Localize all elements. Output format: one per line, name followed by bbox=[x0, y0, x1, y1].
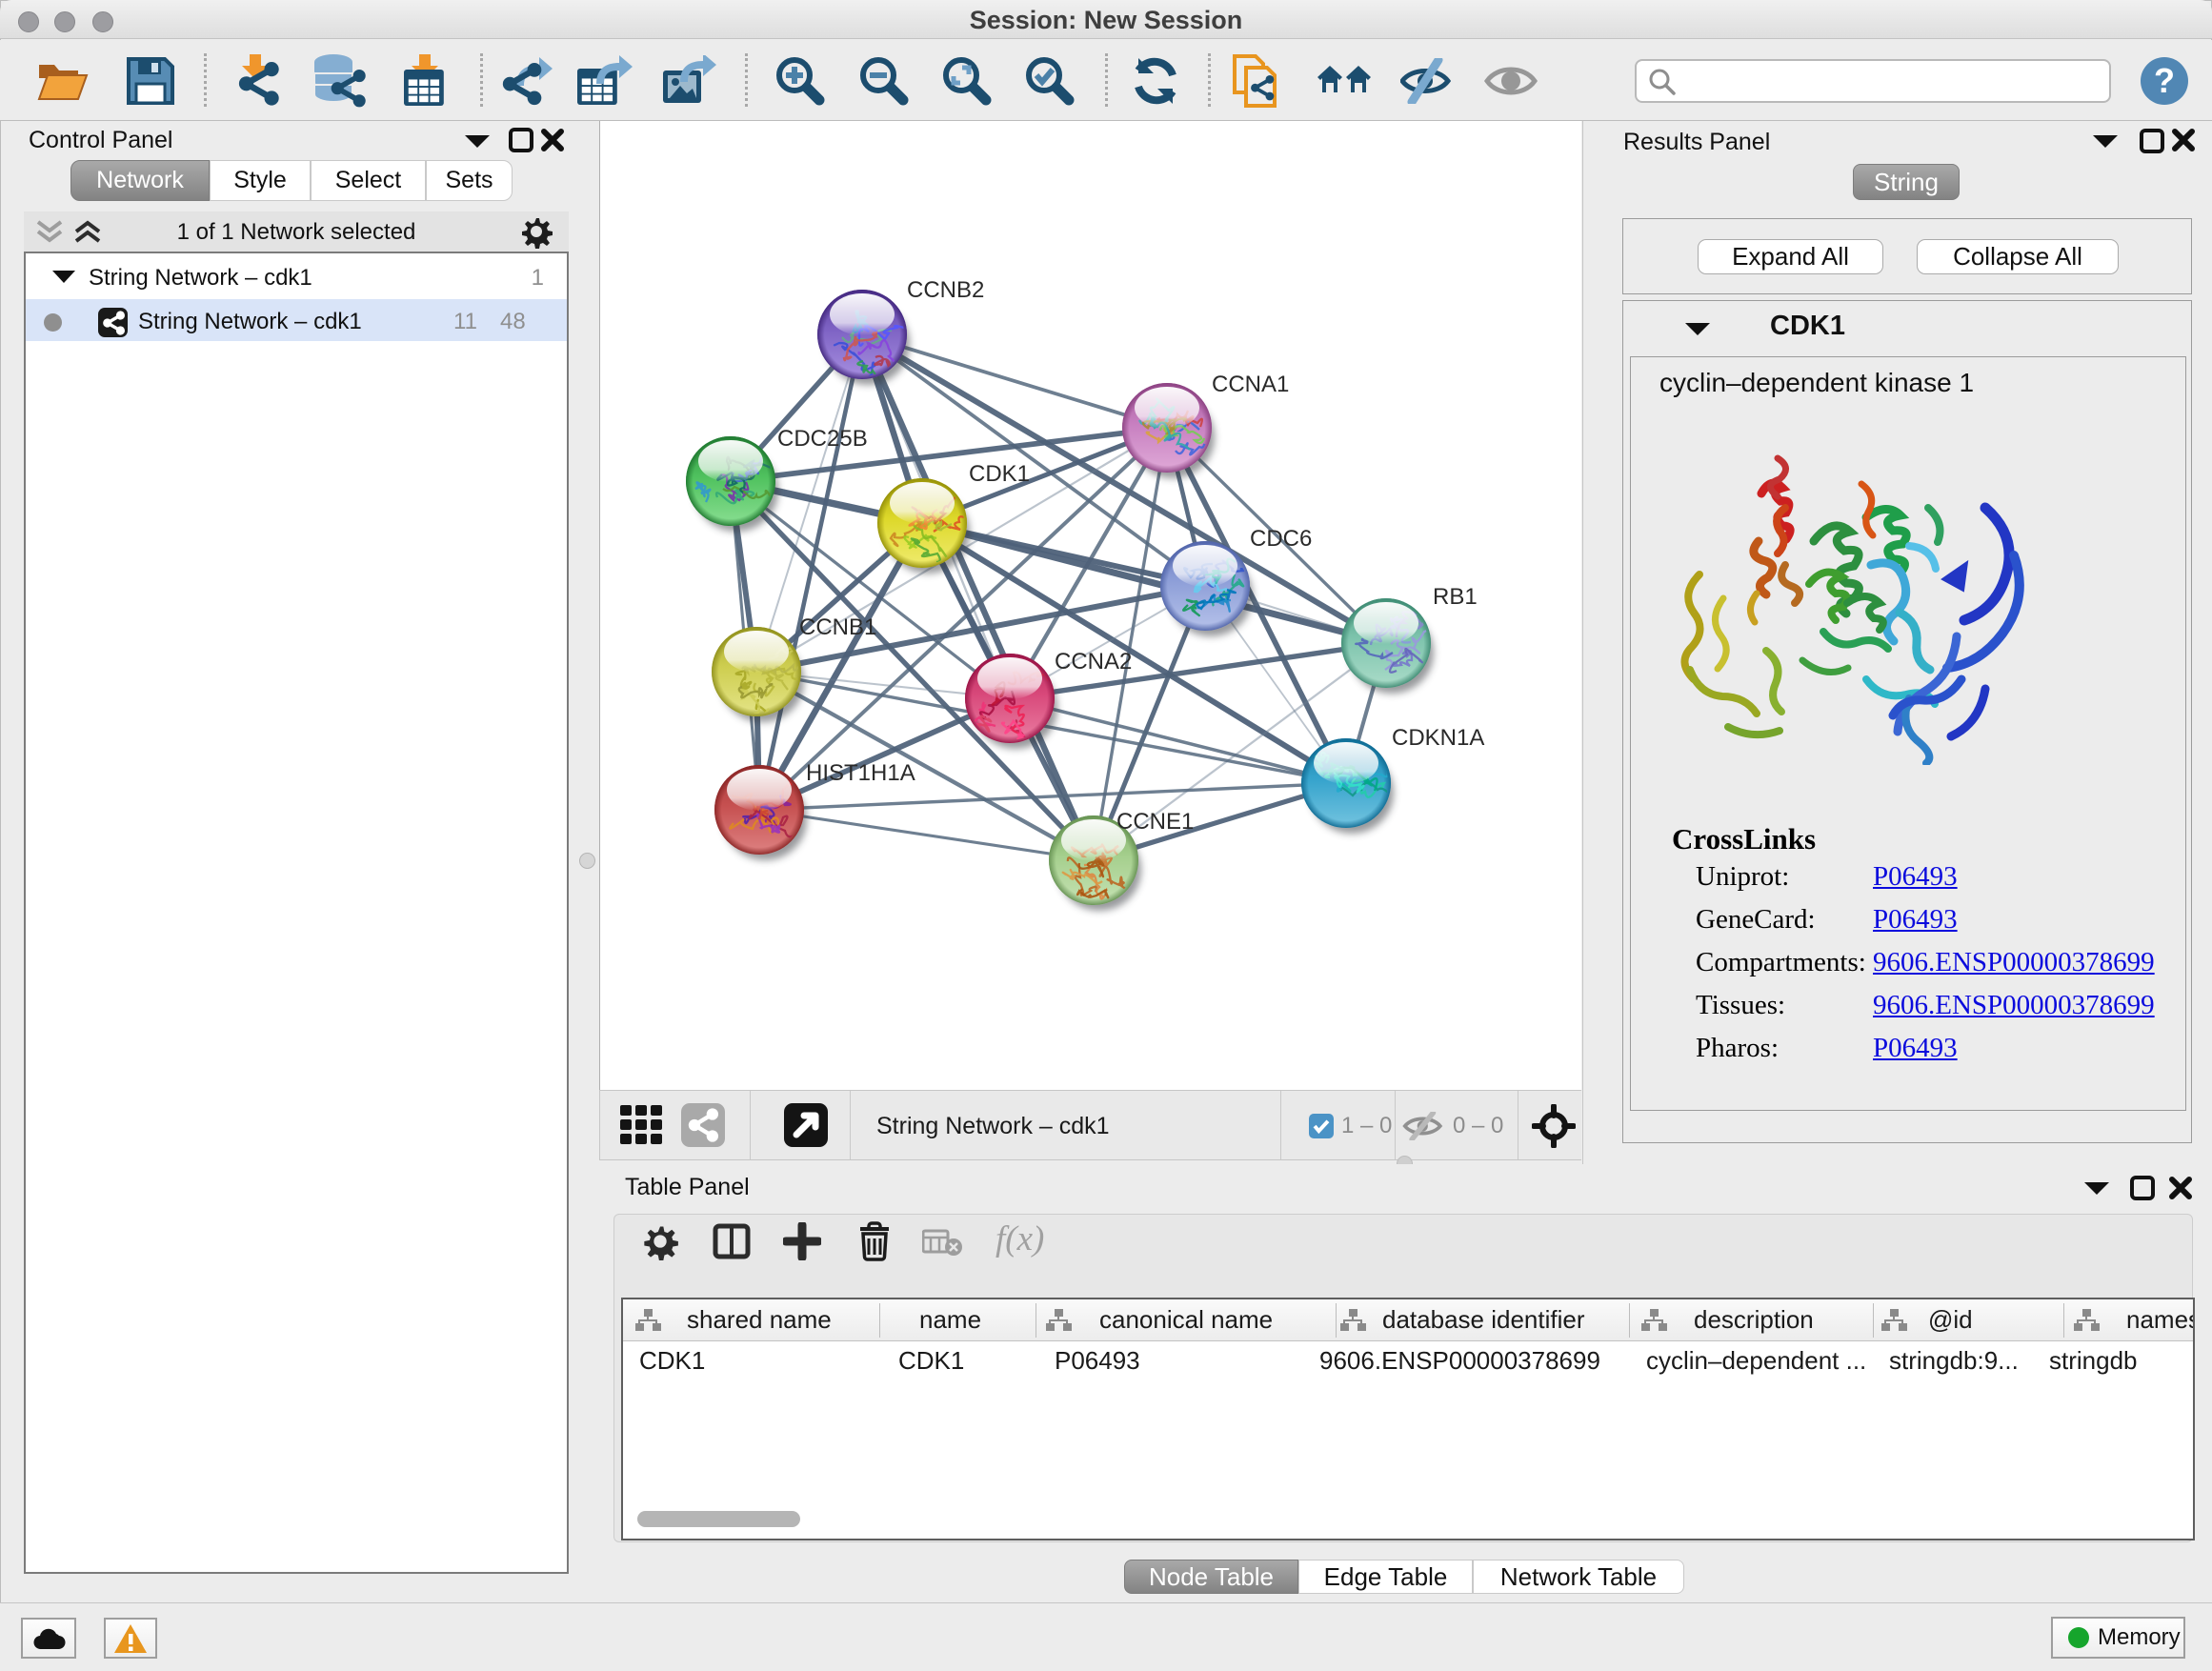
svg-text:CCNB2: CCNB2 bbox=[907, 277, 984, 303]
svg-text:CCNB1: CCNB1 bbox=[799, 614, 876, 640]
svg-text:CCNA1: CCNA1 bbox=[1212, 372, 1289, 397]
svg-text:CDKN1A: CDKN1A bbox=[1392, 725, 1484, 751]
svg-text:CDC25B: CDC25B bbox=[777, 426, 868, 452]
svg-text:CCNA2: CCNA2 bbox=[1055, 649, 1132, 674]
svg-text:HIST1H1A: HIST1H1A bbox=[806, 760, 915, 786]
svg-text:CCNE1: CCNE1 bbox=[1116, 809, 1194, 835]
svg-text:RB1: RB1 bbox=[1433, 584, 1478, 610]
svg-text:CDC6: CDC6 bbox=[1250, 526, 1312, 552]
svg-text:CDK1: CDK1 bbox=[969, 461, 1030, 487]
